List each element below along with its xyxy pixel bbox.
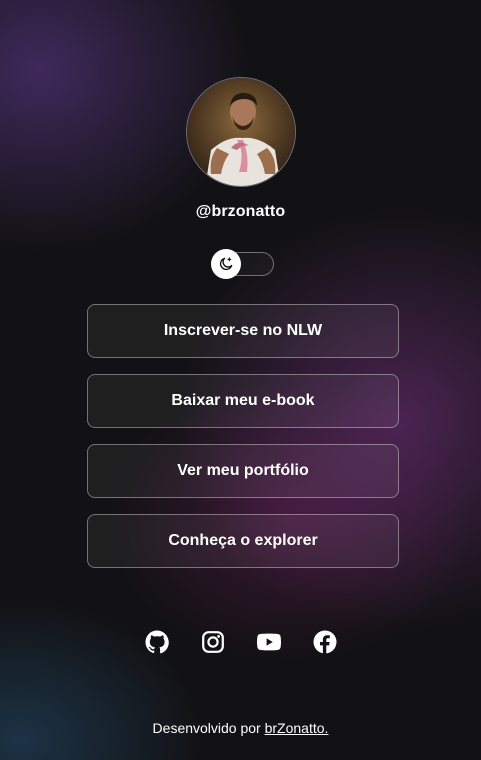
facebook-link[interactable]: [313, 630, 337, 654]
footer-text: Desenvolvido por: [152, 720, 265, 736]
moon-icon: [219, 257, 233, 271]
facebook-icon: [313, 630, 336, 654]
github-icon: [145, 630, 169, 654]
footer: Desenvolvido por brZonatto.: [0, 720, 481, 736]
username: @brzonatto: [195, 203, 286, 220]
link-list: Inscrever-se no NLW Baixar meu e-book Ve…: [87, 304, 399, 584]
nlw-subscribe-button[interactable]: Inscrever-se no NLW: [87, 304, 399, 358]
youtube-icon: [256, 633, 281, 651]
theme-switch[interactable]: [211, 249, 275, 279]
portfolio-button[interactable]: Ver meu portfólio: [87, 444, 399, 498]
switch-knob[interactable]: [211, 249, 241, 279]
avatar: [185, 77, 296, 187]
instagram-icon: [201, 631, 224, 653]
link-item: Ver meu portfólio: [87, 444, 399, 498]
author-link[interactable]: brZonatto.: [265, 720, 329, 736]
explorer-button[interactable]: Conheça o explorer: [87, 514, 399, 568]
profile: @brzonatto: [0, 77, 481, 221]
link-item: Baixar meu e-book: [87, 374, 399, 428]
link-item: Inscrever-se no NLW: [87, 304, 399, 358]
social-links: [0, 630, 481, 654]
link-item: Conheça o explorer: [87, 514, 399, 568]
profile-photo: [186, 78, 295, 186]
github-link[interactable]: [145, 630, 169, 654]
instagram-link[interactable]: [201, 630, 225, 654]
youtube-link[interactable]: [256, 630, 281, 654]
ebook-download-button[interactable]: Baixar meu e-book: [87, 374, 399, 428]
